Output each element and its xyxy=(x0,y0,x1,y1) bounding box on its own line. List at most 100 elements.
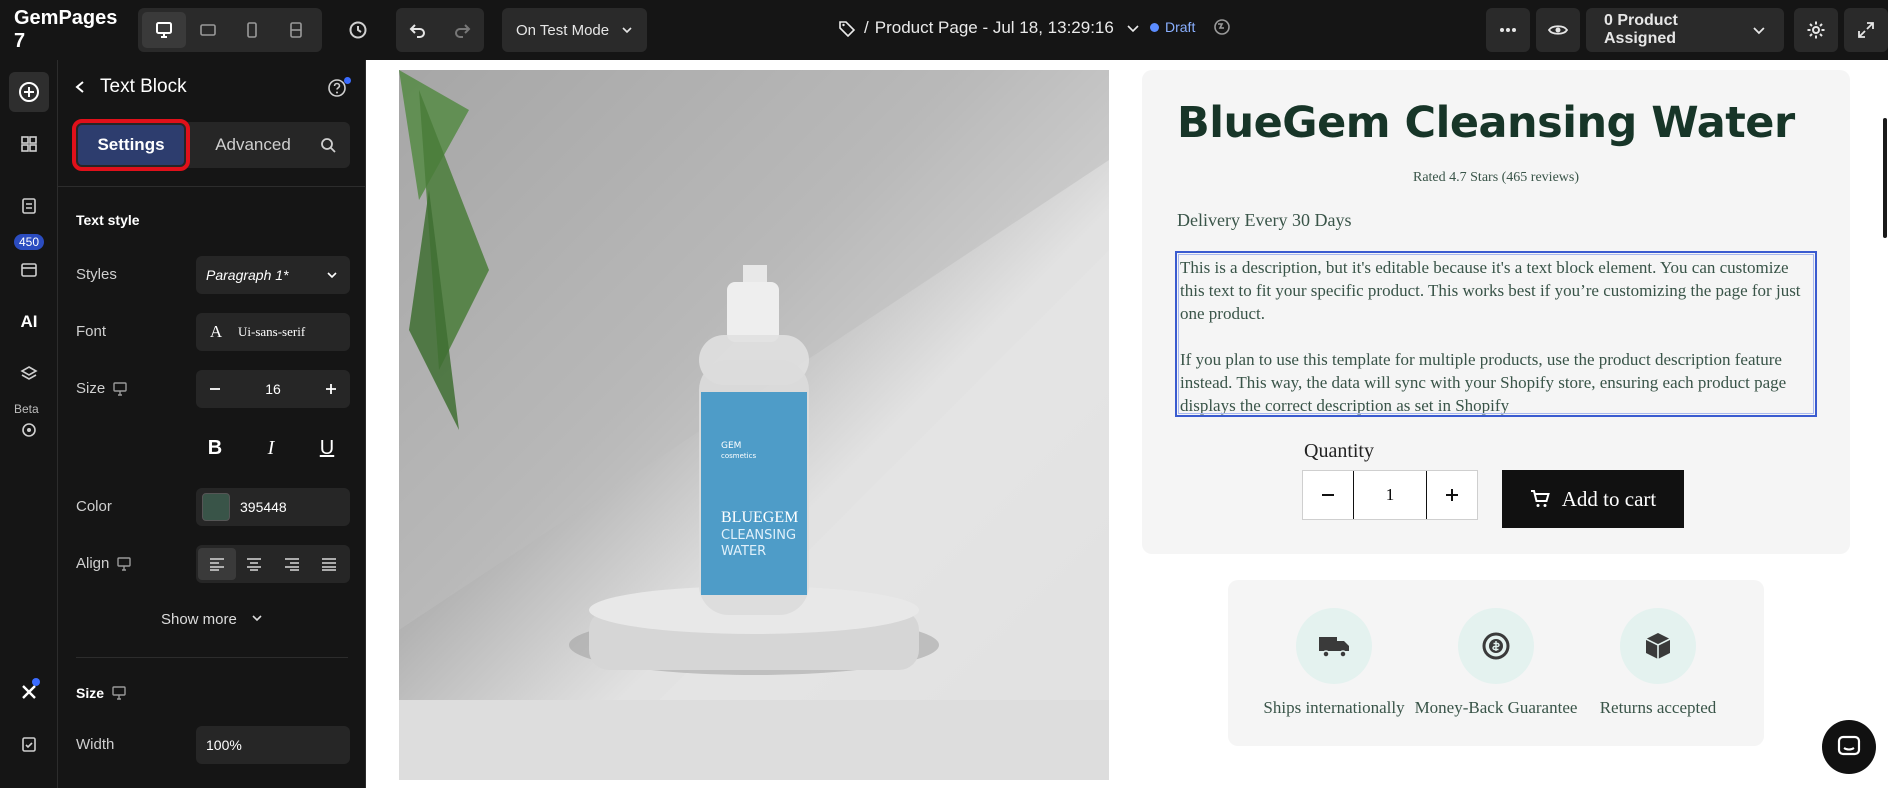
desktop-icon xyxy=(156,22,172,38)
fullscreen-button[interactable] xyxy=(1844,8,1888,52)
panel-tabs: Settings Advanced xyxy=(72,119,350,171)
layers-button[interactable] xyxy=(9,354,49,394)
count-badge: 450 xyxy=(14,234,45,250)
back-arrow-icon[interactable] xyxy=(74,80,86,94)
sections-button[interactable] xyxy=(9,124,49,164)
ai-label: AI xyxy=(20,312,38,331)
product-title[interactable]: BlueGem Cleansing Water xyxy=(1177,98,1795,148)
ai-button[interactable]: AI xyxy=(9,302,49,342)
device-switcher xyxy=(138,8,322,52)
shopify-button[interactable] xyxy=(9,672,49,712)
page-prefix: / xyxy=(864,18,869,37)
align-left-button[interactable] xyxy=(198,548,236,580)
history-icon xyxy=(349,21,367,39)
library-icon xyxy=(21,263,37,277)
align-justify-button[interactable] xyxy=(311,548,349,580)
size-label-text: Size xyxy=(76,380,106,397)
top-toolbar: GemPages 7 On Test Mode / Product Page -… xyxy=(0,0,1888,60)
library-button[interactable] xyxy=(9,250,49,290)
scrollbar-thumb[interactable] xyxy=(1883,118,1887,238)
beta-tool-button[interactable] xyxy=(9,410,49,450)
desktop-view-button[interactable] xyxy=(142,12,186,48)
layers-icon xyxy=(20,366,38,380)
styles-dropdown[interactable]: Paragraph 1* xyxy=(196,256,350,294)
align-right-icon xyxy=(284,558,299,571)
undo-icon xyxy=(409,24,425,38)
show-more-label: Show more xyxy=(160,611,237,628)
pages-icon xyxy=(22,198,36,214)
align-center-button[interactable] xyxy=(236,548,274,580)
align-left-icon xyxy=(209,558,224,571)
publish-status-icon xyxy=(1214,19,1231,35)
status-dot xyxy=(1150,22,1159,32)
bold-button[interactable]: B xyxy=(196,429,234,467)
align-justify-icon xyxy=(322,558,337,571)
description-paragraph-2[interactable]: If you plan to use this template for mul… xyxy=(1180,348,1812,417)
font-label: Font xyxy=(76,323,107,340)
quantity-label: Quantity xyxy=(1304,440,1374,462)
more-button[interactable] xyxy=(1486,8,1530,52)
delivery-text[interactable]: Delivery Every 30 Days xyxy=(1177,210,1351,231)
tab-settings[interactable]: Settings xyxy=(72,119,190,171)
tasks-button[interactable] xyxy=(9,724,49,764)
status-badge: Draft xyxy=(1150,18,1231,36)
panel-header: Text Block xyxy=(74,76,187,98)
canvas-scrollbar[interactable] xyxy=(1882,70,1888,780)
product-image[interactable]: GEM cosmetics BLUEGEM CLEANSING WATER xyxy=(399,70,1109,780)
product-assign-dropdown[interactable]: 0 Product Assigned xyxy=(1586,8,1784,52)
tab-advanced[interactable]: Advanced xyxy=(198,125,308,165)
page-title-dropdown[interactable]: / Product Page - Jul 18, 13:29:16 xyxy=(838,18,1140,38)
trust-label: Money-Back Guarantee xyxy=(1414,698,1578,717)
mobile-icon xyxy=(247,22,257,38)
quantity-decrease-button[interactable] xyxy=(1303,471,1353,519)
size-label: Size xyxy=(76,380,127,397)
font-picker[interactable]: A Ui-sans-serif xyxy=(196,313,350,351)
width-field[interactable]: 100% xyxy=(196,726,350,764)
minus-icon[interactable] xyxy=(208,382,222,396)
color-picker[interactable]: 395448 xyxy=(196,488,350,526)
redo-button[interactable] xyxy=(440,8,484,52)
quantity-increase-button[interactable] xyxy=(1427,471,1477,519)
chat-button[interactable] xyxy=(1822,720,1876,774)
plus-icon[interactable] xyxy=(324,382,338,396)
description-paragraph-1[interactable]: This is a description, but it's editable… xyxy=(1180,256,1812,325)
mobile-view-button[interactable] xyxy=(230,12,274,48)
align-label-text: Align xyxy=(76,555,110,572)
undo-button[interactable] xyxy=(396,8,440,52)
tablet-view-button[interactable] xyxy=(186,12,230,48)
add-element-button[interactable] xyxy=(9,72,49,112)
show-more-button[interactable]: Show more xyxy=(58,611,366,628)
tablet-icon xyxy=(200,24,216,36)
color-value: 395448 xyxy=(240,499,287,515)
color-swatch[interactable] xyxy=(202,493,230,521)
settings-button[interactable] xyxy=(1794,8,1838,52)
money-back-icon xyxy=(1458,608,1534,684)
align-right-button[interactable] xyxy=(273,548,311,580)
beta-tool-icon xyxy=(22,423,36,437)
italic-button[interactable]: I xyxy=(252,429,290,467)
preview-button[interactable] xyxy=(1536,8,1580,52)
box-icon xyxy=(1620,608,1696,684)
size-value[interactable]: 16 xyxy=(265,381,281,397)
selected-text-block[interactable]: This is a description, but it's editable… xyxy=(1175,251,1817,417)
chevron-down-icon xyxy=(622,27,632,34)
quantity-input[interactable]: 1 xyxy=(1353,471,1427,519)
responsive-view-button[interactable] xyxy=(274,12,318,48)
product-rating[interactable]: Rated 4.7 Stars (465 reviews) xyxy=(1142,170,1850,186)
size-stepper: 16 xyxy=(196,370,350,408)
trust-badges: Ships internationally Money-Back Guarant… xyxy=(1228,580,1764,746)
add-to-cart-button[interactable]: Add to cart xyxy=(1502,470,1684,528)
color-label: Color xyxy=(76,498,112,515)
minus-icon xyxy=(1322,494,1334,496)
search-icon[interactable] xyxy=(320,137,336,153)
styles-value: Paragraph 1* xyxy=(206,267,289,283)
history-button[interactable] xyxy=(336,8,380,52)
notification-dot xyxy=(32,678,40,686)
pages-button[interactable] xyxy=(9,186,49,226)
app-logo: GemPages 7 xyxy=(14,7,118,52)
underline-button[interactable]: U xyxy=(308,429,346,467)
test-mode-dropdown[interactable]: On Test Mode xyxy=(502,8,648,52)
size-section-heading: Size xyxy=(76,685,126,701)
page-canvas: GEM cosmetics BLUEGEM CLEANSING WATER Bl… xyxy=(366,60,1888,788)
test-mode-label: On Test Mode xyxy=(516,21,610,39)
